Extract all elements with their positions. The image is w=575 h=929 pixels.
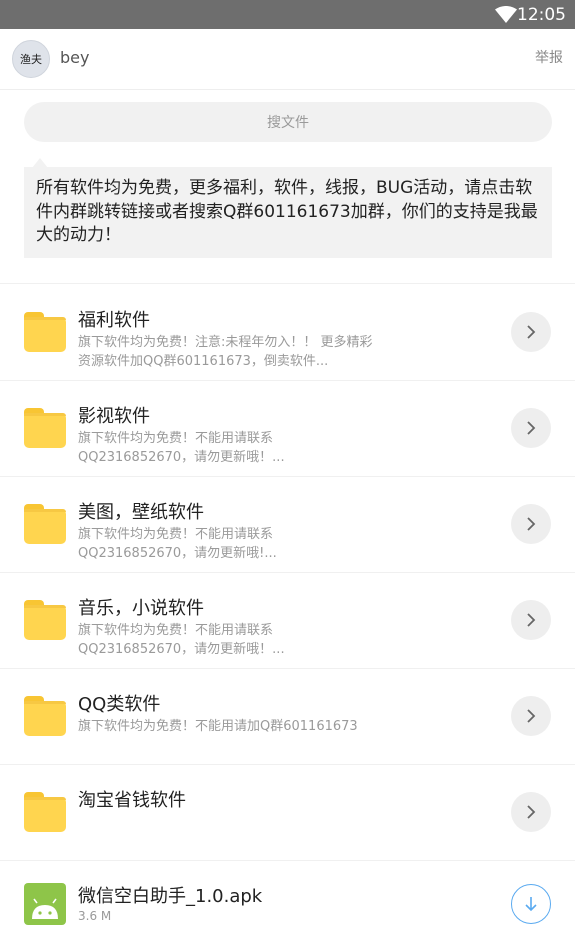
status-time: 12:05 — [517, 5, 566, 25]
notice-text: 所有软件均为免费，更多福利，软件，线报，BUG活动，请点击软件内群跳转链接或者搜… — [24, 167, 552, 258]
app-header: 渔夫 bey 举报 — [0, 29, 575, 90]
folder-item-qq[interactable]: QQ类软件 旗下软件均为免费！不能用请加Q群601161673 — [0, 668, 575, 764]
folder-item-welfare[interactable]: 福利软件 旗下软件均为免费！注意:未程年勿入！！ 更多精彩资源软件加QQ群601… — [0, 284, 575, 380]
avatar[interactable]: 渔夫 — [12, 40, 50, 78]
chevron-right-icon[interactable] — [511, 792, 551, 832]
folder-item-video[interactable]: 影视软件 旗下软件均为免费！不能用请联系QQ2316852670，请勿更新哦！.… — [0, 380, 575, 476]
folder-item-music[interactable]: 音乐，小说软件 旗下软件均为免费！不能用请联系QQ2316852670，请勿更新… — [0, 572, 575, 668]
chevron-right-icon[interactable] — [511, 408, 551, 448]
chevron-right-icon[interactable] — [511, 312, 551, 352]
folder-title: 音乐，小说软件 — [78, 598, 204, 619]
download-icon[interactable] — [511, 884, 551, 924]
folder-icon — [24, 504, 66, 544]
folder-icon — [24, 600, 66, 640]
folder-icon — [24, 312, 66, 352]
folder-icon — [24, 696, 66, 736]
folder-item-taobao[interactable]: 淘宝省钱软件 — [0, 764, 575, 860]
search-placeholder: 搜文件 — [267, 115, 309, 131]
folder-title: 美图，壁纸软件 — [78, 502, 204, 523]
folder-title: QQ类软件 — [78, 694, 161, 715]
android-icon — [24, 883, 66, 925]
report-button[interactable]: 举报 — [535, 47, 563, 67]
folder-item-wallpaper[interactable]: 美图，壁纸软件 旗下软件均为免费！不能用请联系QQ2316852670，请勿更新… — [0, 476, 575, 572]
folder-description: 旗下软件均为免费！不能用请联系QQ2316852670，请勿更新哦！... — [78, 431, 285, 465]
folder-description: 旗下软件均为免费！不能用请联系QQ2316852670，请勿更新哦！... — [78, 623, 285, 657]
folder-icon — [24, 408, 66, 448]
wifi-icon — [495, 6, 517, 23]
folder-title: 影视软件 — [78, 406, 150, 427]
folder-title: 福利软件 — [78, 310, 150, 331]
folder-title: 淘宝省钱软件 — [78, 790, 186, 811]
chevron-right-icon[interactable] — [511, 600, 551, 640]
chevron-right-icon[interactable] — [511, 504, 551, 544]
chevron-right-icon[interactable] — [511, 696, 551, 736]
search-input[interactable]: 搜文件 — [24, 102, 552, 142]
file-name: 微信空白助手_1.0.apk — [78, 886, 263, 907]
folder-icon — [24, 792, 66, 832]
folder-description: 旗下软件均为免费！不能用请联系QQ2316852670，请勿更新哦!... — [78, 527, 277, 561]
username[interactable]: bey — [60, 48, 89, 67]
folder-description: 旗下软件均为免费！注意:未程年勿入！！ 更多精彩资源软件加QQ群60116167… — [78, 335, 373, 369]
folder-description: 旗下软件均为免费！不能用请加Q群601161673 — [78, 719, 358, 734]
file-item-apk[interactable]: 微信空白助手_1.0.apk 3.6 M — [0, 861, 575, 925]
status-bar: 12:05 — [0, 0, 575, 29]
